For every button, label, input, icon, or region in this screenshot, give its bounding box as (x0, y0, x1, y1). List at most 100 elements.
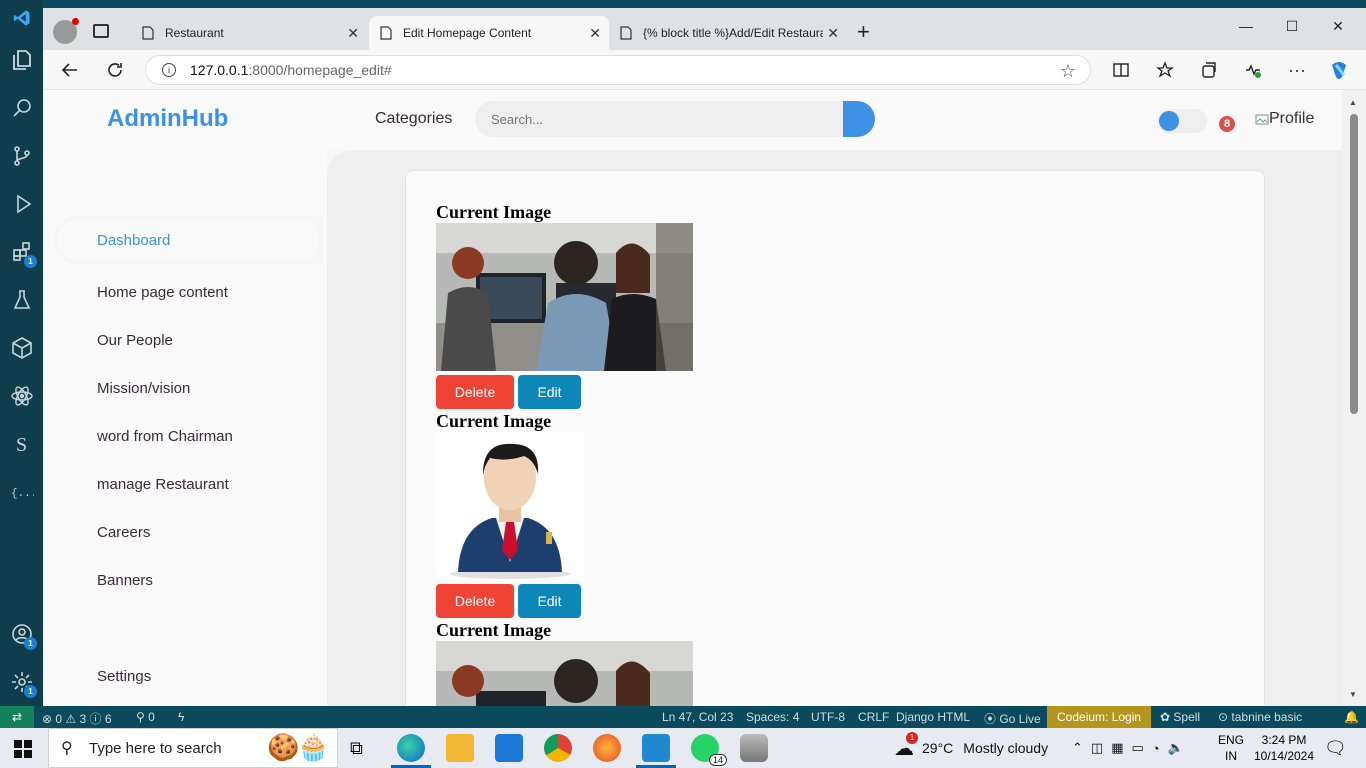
page-icon (620, 26, 632, 40)
encoding[interactable]: UTF-8 (811, 710, 845, 724)
tab-edit-homepage[interactable]: Edit Homepage Content ✕ (369, 16, 609, 50)
problems-indicator[interactable]: ⊗ 0 ⚠ 3 ⓘ 6 (42, 710, 112, 727)
back-icon[interactable] (58, 58, 82, 82)
testing-flask-icon[interactable] (0, 276, 43, 324)
close-icon[interactable]: ✕ (347, 25, 359, 42)
lightning-icon[interactable]: ϟ (178, 710, 184, 724)
delete-button[interactable]: Delete (436, 584, 514, 618)
battery-icon[interactable]: ▭ (1132, 740, 1144, 756)
cursor-position[interactable]: Ln 47, Col 23 (662, 710, 733, 724)
sidebar-item-our-people[interactable]: Our People (53, 316, 323, 364)
codeium-login[interactable]: Codeium: Login (1047, 706, 1152, 728)
cupcake-widget-icon[interactable]: 🧁 (297, 732, 329, 763)
vscode-taskbar-icon[interactable] (642, 734, 670, 762)
sidebar-item-mission-vision[interactable]: Mission/vision (53, 364, 323, 412)
sidebar-item-dashboard[interactable]: Dashboard (53, 216, 323, 264)
favorites-icon[interactable] (1153, 58, 1177, 82)
notifications-bell-icon[interactable]: 🔔 (1344, 710, 1359, 724)
mail-icon[interactable] (495, 734, 523, 762)
chevron-up-icon[interactable]: ⌃ (1072, 740, 1083, 756)
taskbar-search-placeholder: Type here to search (89, 739, 222, 757)
split-screen-icon[interactable] (1109, 58, 1133, 82)
line-ending[interactable]: CRLF (858, 710, 889, 724)
categories-link[interactable]: Categories (375, 110, 452, 128)
react-icon[interactable] (0, 372, 43, 420)
sidebar-item-home-page-content[interactable]: Home page content (53, 268, 323, 316)
tabnine-indicator[interactable]: ⊙ tabnine basic (1218, 710, 1302, 724)
json-icon[interactable]: {...} (0, 468, 43, 516)
spell-indicator[interactable]: ✿ Spell (1160, 710, 1200, 724)
sidebar-item-settings[interactable]: Settings (53, 652, 323, 700)
ports-indicator[interactable]: ⚲ 0 (136, 710, 155, 724)
search-input[interactable] (475, 101, 847, 137)
go-live-button[interactable]: ⦿ Go Live (984, 710, 1041, 727)
firefox-icon[interactable] (593, 734, 621, 762)
copilot-icon[interactable] (1327, 58, 1351, 82)
edit-button[interactable]: Edit (518, 375, 581, 409)
sidebar-item-manage-restaurant[interactable]: manage Restaurant (53, 460, 323, 508)
favorite-star-icon[interactable]: ☆ (1060, 61, 1076, 82)
sidebar-item-label: word from Chairman (97, 427, 233, 445)
language-indicator[interactable]: ENG IN (1218, 732, 1244, 764)
delete-button[interactable]: Delete (436, 375, 514, 409)
sidebar-item-word-from-chairman[interactable]: word from Chairman (53, 412, 323, 460)
tray-network-icon[interactable]: ▦ (1111, 740, 1123, 756)
wifi-icon[interactable]: ◔ (1152, 741, 1160, 756)
cookie-widget-icon[interactable]: 🍪 (267, 732, 299, 763)
indentation[interactable]: Spaces: 4 (746, 710, 799, 724)
minimize-icon[interactable]: — (1223, 18, 1269, 34)
search-icon: ⚲ (61, 740, 73, 757)
brand-logo[interactable]: AdminHub (107, 105, 228, 133)
tab-add-edit-restaurant[interactable]: {% block title %}Add/Edit Restaura ✕ (609, 16, 847, 50)
taskbar-search-input[interactable]: ⚲ Type here to search 🍪 🧁 (48, 728, 338, 768)
explorer-icon[interactable] (0, 36, 43, 84)
remote-indicator-icon[interactable]: ⇄ (0, 706, 34, 728)
cloud-icon: ☁ 1 (894, 731, 918, 761)
url-field[interactable]: i 127.0.0.1:8000/homepage_edit# ☆ (145, 55, 1091, 85)
remote-explorer-icon[interactable] (0, 324, 43, 372)
close-icon[interactable]: ✕ (827, 25, 839, 42)
sass-icon[interactable]: S (0, 420, 43, 468)
clock[interactable]: 3:24 PM 10/14/2024 (1250, 732, 1318, 764)
database-icon[interactable] (740, 734, 768, 762)
window-close-icon[interactable]: ✕ (1315, 18, 1361, 35)
extensions-icon[interactable]: 1 (0, 228, 43, 276)
weather-widget[interactable]: ☁ 1 29°C Mostly cloudy (894, 728, 1048, 768)
notification-badge[interactable]: 8 (1219, 116, 1235, 132)
accounts-icon[interactable]: 1 (0, 610, 43, 658)
search-button[interactable] (843, 101, 875, 137)
file-explorer-icon[interactable] (446, 734, 474, 762)
info-icon[interactable]: i (162, 63, 176, 77)
dark-mode-toggle[interactable] (1157, 109, 1207, 133)
tab-actions-icon[interactable] (93, 24, 109, 38)
settings-gear-icon[interactable]: 1 (0, 658, 43, 706)
close-icon[interactable]: ✕ (589, 25, 601, 42)
sidebar-item-banners[interactable]: Banners (53, 556, 323, 604)
search-icon[interactable] (0, 84, 43, 132)
language-mode[interactable]: Django HTML (896, 710, 970, 724)
source-control-icon[interactable] (0, 132, 43, 180)
maximize-icon[interactable]: ☐ (1269, 18, 1315, 35)
chrome-icon[interactable] (544, 734, 572, 762)
edit-button[interactable]: Edit (518, 584, 581, 618)
run-debug-icon[interactable] (0, 180, 43, 228)
whatsapp-icon[interactable]: 14 (691, 734, 727, 766)
task-view-icon[interactable]: ⧉ (350, 738, 363, 759)
browser-essentials-icon[interactable] (1241, 58, 1265, 82)
collections-icon[interactable] (1197, 58, 1221, 82)
new-tab-button[interactable]: + (857, 21, 870, 43)
profile-image[interactable]: Profile (1255, 110, 1314, 128)
scrollbar-thumb[interactable] (1350, 114, 1358, 414)
edge-icon[interactable] (397, 734, 425, 762)
profile-avatar-icon[interactable] (53, 18, 79, 44)
tray-app-icon[interactable]: ◫ (1091, 740, 1103, 756)
volume-muted-icon[interactable]: 🔈 (1168, 740, 1184, 756)
page-scrollbar[interactable]: ▲ ▼ (1342, 90, 1366, 706)
windows-start-icon[interactable] (14, 740, 32, 763)
sidebar-item-careers[interactable]: Careers (53, 508, 323, 556)
action-center-icon[interactable]: 🗨 (1324, 738, 1347, 759)
refresh-icon[interactable] (103, 58, 127, 82)
tab-restaurant[interactable]: Restaurant ✕ (131, 16, 367, 50)
more-icon[interactable]: ··· (1285, 58, 1309, 82)
search-form (475, 101, 875, 137)
